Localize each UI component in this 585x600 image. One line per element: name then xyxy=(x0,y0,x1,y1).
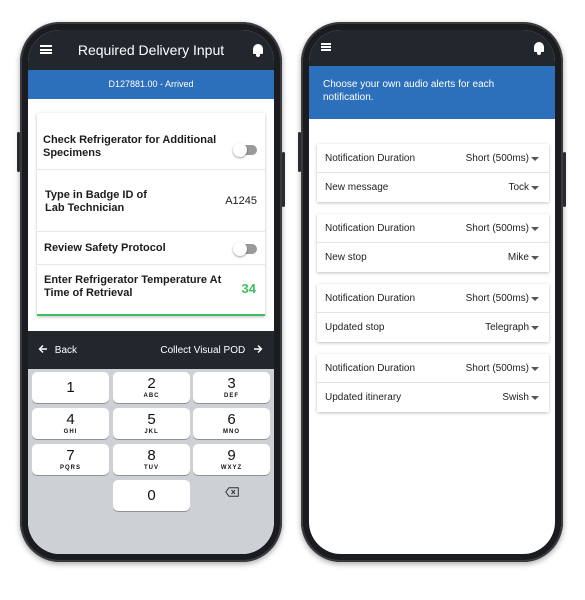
duration-label: Notification Duration xyxy=(325,293,416,304)
row-safety-protocol[interactable]: Review Safety Protocol xyxy=(37,232,265,265)
key-letters: ABC xyxy=(143,393,160,399)
sound-select[interactable]: New stop Mike xyxy=(317,243,549,272)
row-label: Type in Badge ID of Lab Technician xyxy=(45,189,147,214)
key-letters: MNO xyxy=(223,429,240,435)
key-9[interactable]: 9 WXYZ xyxy=(193,444,270,475)
duration-value: Short (500ms) xyxy=(465,363,529,374)
alert-group-new-stop: Notification Duration Short (500ms) New … xyxy=(317,214,549,272)
left-screen: Required Delivery Input D127881.00 - Arr… xyxy=(28,30,274,554)
chevron-down-icon xyxy=(531,157,539,161)
sound-value: Mike xyxy=(507,252,529,263)
key-digit: 3 xyxy=(227,375,236,392)
duration-label: Notification Duration xyxy=(325,153,416,164)
row-label: Review Safety Protocol xyxy=(44,242,166,254)
arrow-right-icon xyxy=(254,345,263,353)
key-letters: PQRS xyxy=(59,465,81,471)
key-7[interactable]: 7 PQRS xyxy=(32,444,109,475)
key-letters: JKL xyxy=(144,429,159,435)
row-check-refrigerator[interactable]: Check Refrigerator for Additional Specim… xyxy=(37,113,265,170)
duration-value: Short (500ms) xyxy=(465,223,529,234)
collect-visual-pod-button[interactable]: Collect Visual POD xyxy=(160,344,263,356)
chevron-down-icon xyxy=(531,326,539,330)
alert-group-updated-itinerary: Notification Duration Short (500ms) Upda… xyxy=(317,354,549,412)
key-letters: GHI xyxy=(63,429,78,435)
bottom-nav-bar: Back Collect Visual POD xyxy=(28,331,274,369)
back-button[interactable]: Back xyxy=(38,344,77,356)
event-label: New stop xyxy=(325,252,367,263)
row-label: Enter Refrigerator Temperature At Time o… xyxy=(44,274,222,299)
key-digit: 0 xyxy=(147,487,156,504)
duration-select[interactable]: Notification Duration Short (500ms) xyxy=(317,214,549,243)
numeric-keypad: 1 2 ABC 3 DEF 4 GHI 5 JKL 6 MNO 7 PQRS 8… xyxy=(28,369,274,554)
key-digit: 8 xyxy=(147,447,156,464)
key-digit: 6 xyxy=(227,411,236,428)
stop-status-bar: D127881.00 - Arrived xyxy=(28,70,274,99)
audio-alerts-banner: Choose your own audio alerts for each no… xyxy=(309,66,555,119)
bell-icon[interactable] xyxy=(253,44,263,57)
key-letters: DEF xyxy=(224,393,239,399)
duration-select[interactable]: Notification Duration Short (500ms) xyxy=(317,144,549,173)
menu-icon[interactable] xyxy=(321,43,331,51)
alert-group-updated-stop: Notification Duration Short (500ms) Upda… xyxy=(317,284,549,342)
sound-select[interactable]: Updated itinerary Swish xyxy=(317,383,549,412)
arrow-left-icon xyxy=(38,345,47,353)
key-digit: 5 xyxy=(147,411,156,428)
right-screen: Choose your own audio alerts for each no… xyxy=(309,30,555,554)
sound-value: Telegraph xyxy=(485,322,529,333)
key-3[interactable]: 3 DEF xyxy=(193,372,270,403)
row-badge-id[interactable]: Type in Badge ID of Lab Technician A1245 xyxy=(37,170,265,232)
top-app-bar xyxy=(309,30,555,66)
key-digit: 9 xyxy=(227,447,236,464)
key-6[interactable]: 6 MNO xyxy=(193,408,270,439)
check-refrigerator-toggle[interactable] xyxy=(233,143,257,157)
badge-id-input[interactable]: A1245 xyxy=(225,195,257,207)
bell-icon[interactable] xyxy=(534,42,544,55)
duration-select[interactable]: Notification Duration Short (500ms) xyxy=(317,354,549,383)
sound-value: Swish xyxy=(502,392,529,403)
key-digit: 7 xyxy=(66,447,75,464)
chevron-down-icon xyxy=(531,367,539,371)
duration-label: Notification Duration xyxy=(325,363,416,374)
chevron-down-icon xyxy=(531,186,539,190)
sound-value: Tock xyxy=(508,182,529,193)
top-app-bar: Required Delivery Input xyxy=(28,30,274,70)
key-4[interactable]: 4 GHI xyxy=(32,408,109,439)
page-title: Required Delivery Input xyxy=(77,42,225,58)
key-2[interactable]: 2 ABC xyxy=(113,372,190,403)
chevron-down-icon xyxy=(531,227,539,231)
event-label: Updated itinerary xyxy=(325,392,402,403)
duration-label: Notification Duration xyxy=(325,223,416,234)
duration-value: Short (500ms) xyxy=(465,293,529,304)
row-label: Check Refrigerator for Additional Specim… xyxy=(43,134,217,159)
key-1[interactable]: 1 xyxy=(32,372,109,403)
key-0[interactable]: 0 xyxy=(113,480,190,511)
key-letters: TUV xyxy=(144,465,159,471)
left-phone: Required Delivery Input D127881.00 - Arr… xyxy=(17,22,285,562)
key-digit: 1 xyxy=(66,379,75,396)
safety-protocol-toggle[interactable] xyxy=(233,242,257,256)
alert-group-new-message: Notification Duration Short (500ms) New … xyxy=(317,144,549,202)
key-letters: WXYZ xyxy=(220,465,243,471)
event-label: Updated stop xyxy=(325,322,385,333)
chevron-down-icon xyxy=(531,256,539,260)
sound-select[interactable]: Updated stop Telegraph xyxy=(317,313,549,342)
chevron-down-icon xyxy=(531,396,539,400)
chevron-down-icon xyxy=(531,297,539,301)
key-5[interactable]: 5 JKL xyxy=(113,408,190,439)
key-8[interactable]: 8 TUV xyxy=(113,444,190,475)
backspace-icon[interactable] xyxy=(225,487,239,497)
back-label: Back xyxy=(54,345,78,356)
delivery-input-card: Check Refrigerator for Additional Specim… xyxy=(37,113,265,316)
right-phone: Choose your own audio alerts for each no… xyxy=(298,22,566,562)
key-digit: 4 xyxy=(66,411,75,428)
duration-value: Short (500ms) xyxy=(465,153,529,164)
event-label: New message xyxy=(325,182,389,193)
key-digit: 2 xyxy=(147,375,156,392)
sound-select[interactable]: New message Tock xyxy=(317,173,549,202)
temperature-input[interactable]: 34 xyxy=(242,281,256,296)
duration-select[interactable]: Notification Duration Short (500ms) xyxy=(317,284,549,313)
next-label: Collect Visual POD xyxy=(160,345,246,356)
row-temperature[interactable]: Enter Refrigerator Temperature At Time o… xyxy=(37,265,265,314)
